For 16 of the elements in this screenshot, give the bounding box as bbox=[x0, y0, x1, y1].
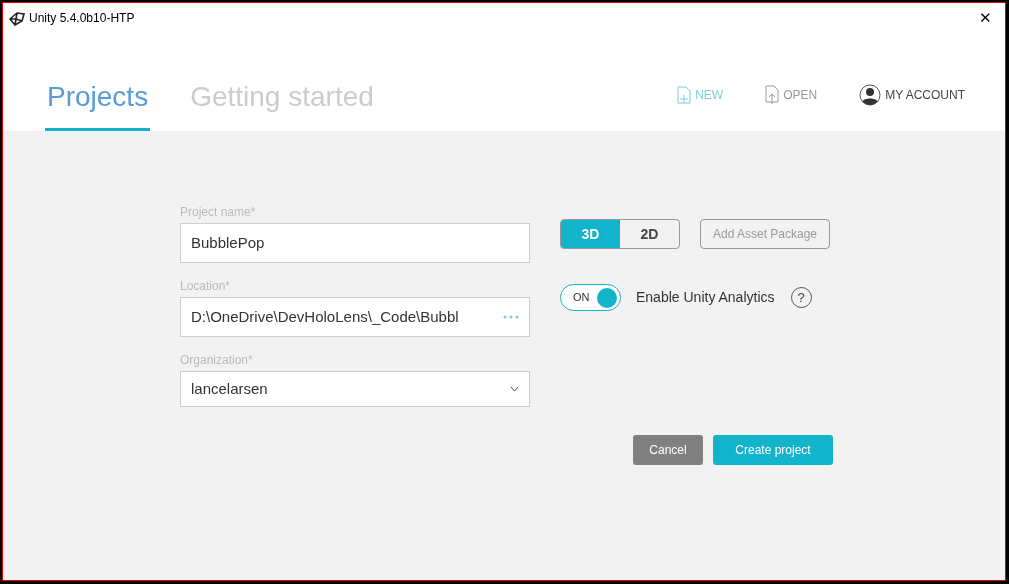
more-icon[interactable] bbox=[503, 315, 519, 319]
text-field[interactable]: BubblePop bbox=[180, 223, 530, 263]
window-title: Unity 5.4.0b10-HTP bbox=[29, 10, 135, 27]
account-button[interactable]: MY ACCOUNT bbox=[859, 84, 965, 106]
dropdown-field[interactable]: lancelarsen bbox=[180, 371, 530, 407]
toggle-switch[interactable]: ON bbox=[560, 284, 621, 311]
cancel-button[interactable]: Cancel bbox=[633, 435, 703, 465]
location-field[interactable]: D:\OneDrive\DevHoloLens\_Code\Bubbl bbox=[180, 297, 530, 337]
file-plus-icon bbox=[677, 86, 692, 104]
cube-logo-icon bbox=[9, 11, 25, 26]
user-avatar-icon bbox=[859, 84, 882, 106]
mode-toggle-option[interactable]: 2D bbox=[620, 220, 679, 248]
chevron-down-icon bbox=[510, 386, 519, 392]
analytics-label: Enable Unity Analytics bbox=[636, 288, 775, 307]
close-button[interactable]: ✕ bbox=[965, 3, 1005, 33]
file-upload-icon bbox=[765, 85, 780, 105]
